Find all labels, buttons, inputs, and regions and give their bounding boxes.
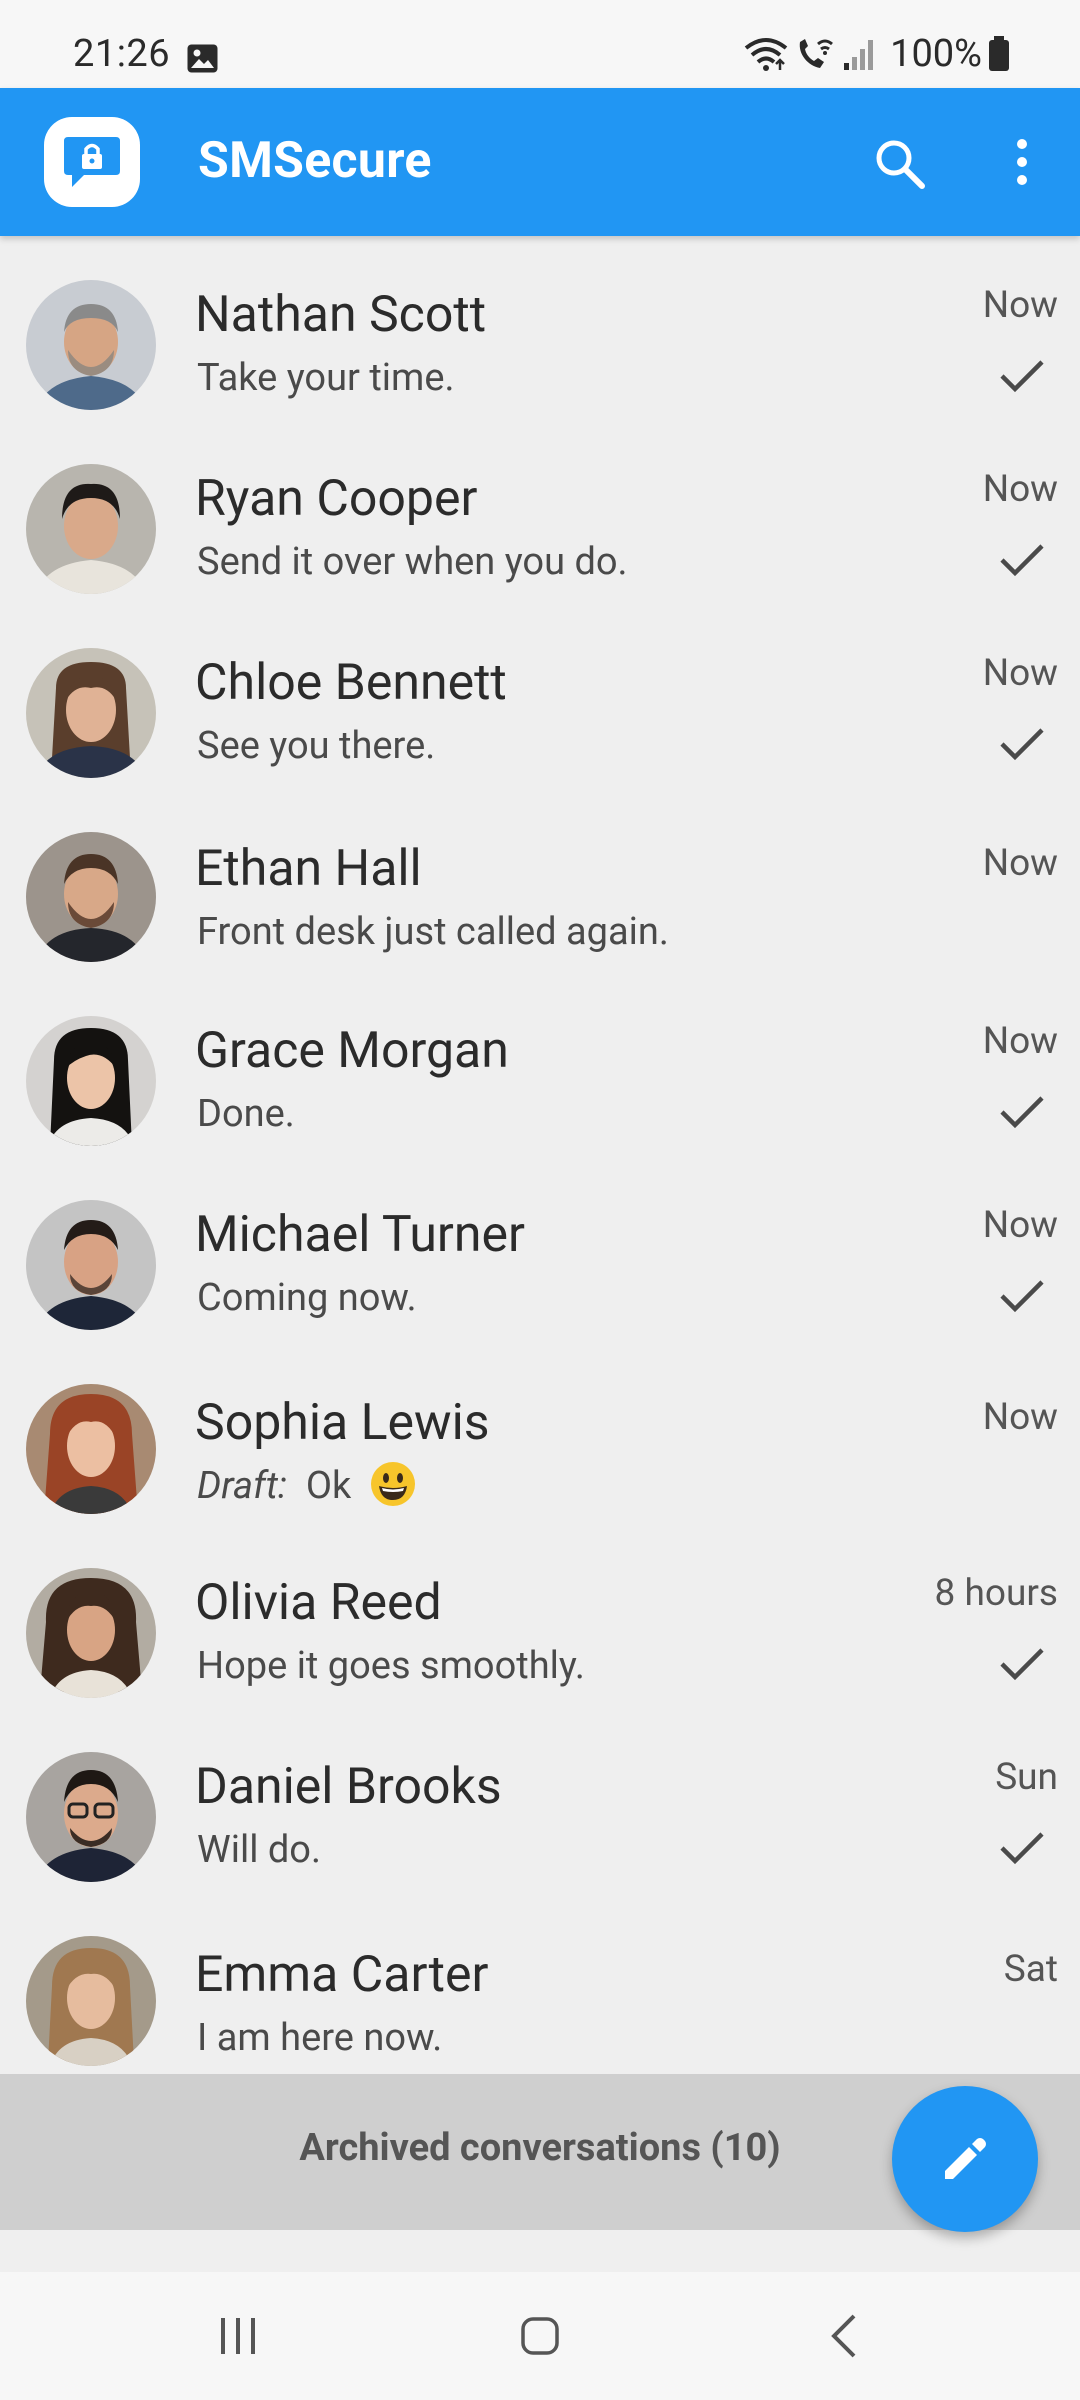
conversation-item[interactable]: Chloe Bennett See you there. Now (0, 624, 1080, 808)
avatar[interactable] (26, 832, 156, 962)
contact-name: Ryan Cooper (195, 470, 478, 528)
message-date: Now (982, 468, 1058, 511)
conversation-item[interactable]: Michael Turner Coming now. Now (0, 1176, 1080, 1360)
app-bar: SMSecure (0, 88, 1080, 236)
message-snippet: Will do. (197, 1828, 321, 1872)
conversation-item[interactable]: Emma Carter I am here now. Sat (0, 1912, 1080, 2096)
compose-pencil-icon (945, 2138, 986, 2179)
message-snippet: See you there. (197, 724, 436, 768)
message-snippet: Take your time. (197, 356, 455, 400)
draft-label: Draft: (197, 1464, 287, 1508)
avatar[interactable] (26, 648, 156, 778)
avatar[interactable] (26, 1568, 156, 1698)
grinning-face-emoji (370, 1462, 415, 1506)
draft-text: Ok (305, 1464, 352, 1508)
delivered-check-icon (1000, 1648, 1044, 1681)
contact-name: Nathan Scott (195, 286, 487, 344)
contact-name: Ethan Hall (195, 840, 422, 898)
avatar[interactable] (26, 280, 156, 410)
recent-apps-icon[interactable] (218, 2314, 258, 2358)
conversation-item[interactable]: Ethan Hall Front desk just called again.… (0, 808, 1080, 992)
message-date: Now (982, 842, 1058, 885)
contact-name: Olivia Reed (195, 1574, 442, 1632)
conversation-item[interactable]: Sophia Lewis Draft: Ok Now (0, 1360, 1080, 1544)
battery-icon (989, 36, 1009, 71)
message-date: Now (982, 1020, 1058, 1063)
message-snippet: Hope it goes smoothly. (197, 1644, 585, 1688)
conversation-item[interactable]: Daniel Brooks Will do. Sun (0, 1728, 1080, 1912)
status-time: 21:26 (73, 32, 171, 76)
avatar[interactable] (26, 1016, 156, 1146)
conversation-item[interactable]: Grace Morgan Done. Now (0, 992, 1080, 1176)
message-date: 8 hours (934, 1572, 1058, 1615)
message-date: Now (982, 1396, 1058, 1439)
status-bar: 21:26 100% (0, 0, 1080, 88)
contact-name: Emma Carter (195, 1946, 489, 2004)
avatar[interactable] (26, 464, 156, 594)
status-icons: 100% (744, 32, 1010, 76)
conversation-item[interactable]: Ryan Cooper Send it over when you do. No… (0, 440, 1080, 624)
avatar[interactable] (26, 1752, 156, 1882)
conversation-item[interactable]: Nathan Scott Take your time. Now (0, 256, 1080, 440)
message-date: Now (982, 284, 1058, 327)
contact-name: Chloe Bennett (195, 654, 507, 712)
compose-button[interactable] (892, 2086, 1038, 2232)
contact-name: Daniel Brooks (195, 1758, 502, 1816)
message-date: Now (982, 1204, 1058, 1247)
wifi-calling-icon (799, 39, 834, 68)
contact-name: Sophia Lewis (195, 1394, 490, 1452)
battery-percent: 100% (890, 32, 982, 76)
app-title: SMSecure (198, 132, 432, 190)
conversation-item[interactable]: Olivia Reed Hope it goes smoothly. 8 hou… (0, 1544, 1080, 1728)
delivered-check-icon (1000, 728, 1044, 761)
gallery-icon (187, 44, 218, 73)
search-icon[interactable] (872, 136, 928, 192)
delivered-check-icon (1000, 360, 1044, 393)
contact-name: Grace Morgan (195, 1022, 509, 1080)
app-logo-icon (44, 117, 140, 207)
back-icon[interactable] (826, 2312, 862, 2360)
delivered-check-icon (1000, 544, 1044, 577)
system-nav-bar (0, 2272, 1080, 2400)
avatar[interactable] (26, 1200, 156, 1330)
home-icon[interactable] (520, 2316, 560, 2356)
delivered-check-icon (1000, 1096, 1044, 1129)
message-date: Sun (995, 1756, 1058, 1799)
delivered-check-icon (1000, 1832, 1044, 1865)
message-date: Now (982, 652, 1058, 695)
message-snippet: Done. (197, 1092, 295, 1136)
avatar[interactable] (26, 1936, 156, 2066)
wifi-icon (744, 38, 788, 71)
avatar[interactable] (26, 1384, 156, 1514)
message-snippet: Front desk just called again. (197, 910, 669, 954)
message-date: Sat (1003, 1948, 1058, 1991)
message-snippet: Draft: Ok (197, 1460, 417, 1508)
delivered-check-icon (1000, 1280, 1044, 1313)
message-snippet: Send it over when you do. (197, 540, 628, 584)
message-snippet: I am here now. (197, 2016, 443, 2060)
signal-icon (844, 40, 874, 70)
contact-name: Michael Turner (195, 1206, 525, 1264)
message-snippet: Coming now. (197, 1276, 417, 1320)
more-vert-icon[interactable] (1002, 134, 1042, 190)
